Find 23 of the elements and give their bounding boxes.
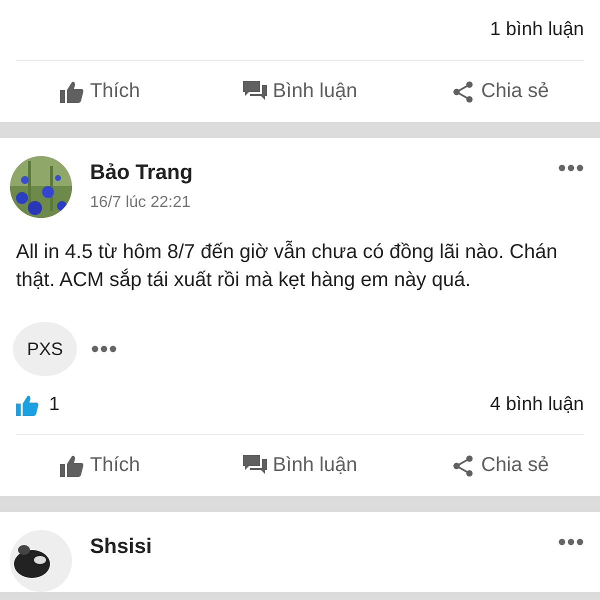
comment-count[interactable]: 4 bình luận — [490, 394, 584, 416]
like-button[interactable]: Thích — [0, 61, 200, 122]
comment-count[interactable]: 1 bình luận — [490, 19, 584, 41]
share-button[interactable]: Chia sẻ — [400, 61, 600, 122]
tag-chip[interactable]: PXS — [13, 322, 77, 376]
thumbs-up-icon — [60, 454, 84, 476]
share-icon — [451, 80, 476, 102]
more-icon[interactable] — [91, 345, 117, 353]
speech-bubbles-icon — [242, 454, 267, 476]
share-icon — [451, 454, 476, 476]
like-button[interactable]: Thích — [0, 435, 200, 496]
like-count[interactable]: 1 — [49, 394, 60, 416]
thumbs-up-icon — [16, 394, 39, 416]
comment-button[interactable]: Bình luận — [200, 61, 400, 122]
more-icon[interactable] — [558, 164, 584, 172]
more-icon[interactable] — [558, 538, 584, 546]
speech-bubbles-icon — [242, 80, 267, 102]
post-time[interactable]: 16/7 lúc 22:21 — [90, 194, 558, 212]
comment-button[interactable]: Bình luận — [200, 435, 400, 496]
thumbs-up-icon — [60, 80, 84, 102]
post-text: All in 4.5 từ hôm 8/7 đến giờ vẫn chưa có đồng lãi nào. Chán thật. ACM sắp tái xuất rồi mà kẹt hàng em này quá. — [16, 240, 558, 293]
author-name[interactable]: Bảo Trang — [90, 160, 558, 186]
share-button[interactable]: Chia sẻ — [400, 435, 600, 496]
